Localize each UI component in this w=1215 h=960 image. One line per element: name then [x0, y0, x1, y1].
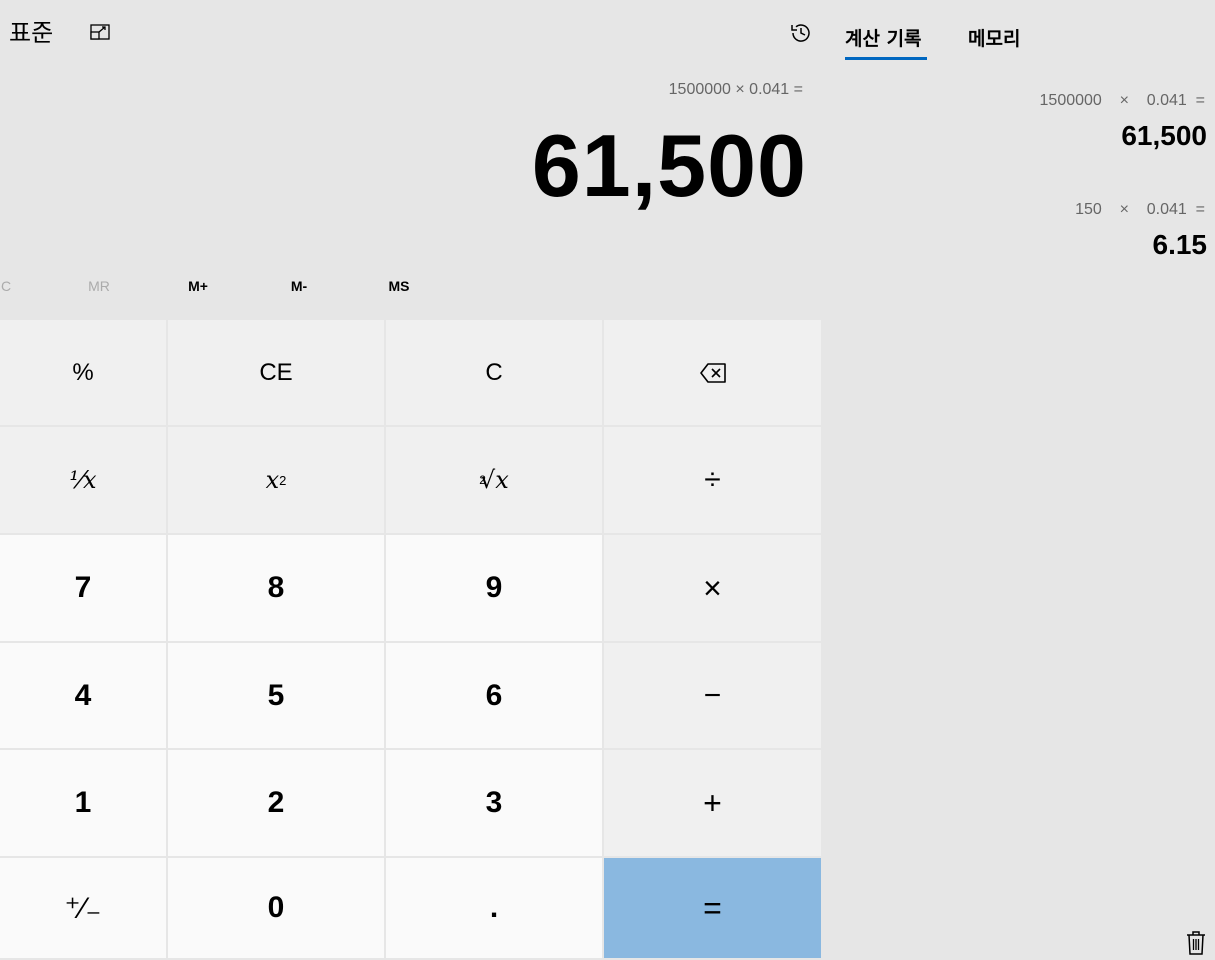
memory-subtract-button[interactable]: M- — [269, 270, 329, 302]
tab-memory[interactable]: 메모리 — [968, 22, 1020, 62]
history-item-expression: 150 × 0.041 = — [1075, 201, 1205, 218]
keypad: % CE C ¹⁄x x2 2 √x ÷ 7 8 9 × 4 5 6 − 1 2 … — [0, 320, 821, 958]
square-root-button[interactable]: 2 √x — [386, 427, 602, 533]
trash-icon — [1187, 931, 1205, 955]
history-item-result: 6.15 — [1152, 229, 1208, 260]
history-item[interactable]: 1500000 × 0.041 = 61,500 — [830, 88, 1215, 168]
digit-1-button[interactable]: 1 — [0, 750, 166, 856]
subtract-button[interactable]: − — [604, 643, 821, 748]
clear-button[interactable]: C — [386, 320, 602, 425]
divide-button[interactable]: ÷ — [604, 427, 821, 533]
multiply-button[interactable]: × — [604, 535, 821, 641]
backspace-icon — [699, 362, 726, 383]
reciprocal-button[interactable]: ¹⁄x — [0, 427, 166, 533]
negate-button[interactable]: ⁺⁄₋ — [0, 858, 166, 958]
digit-2-button[interactable]: 2 — [168, 750, 384, 856]
clear-history-button[interactable] — [1185, 930, 1209, 956]
digit-0-button[interactable]: 0 — [168, 858, 384, 958]
keep-on-top-button[interactable] — [88, 22, 112, 44]
memory-bar: C MR M+ M- MS — [0, 270, 820, 302]
decimal-button[interactable]: . — [386, 858, 602, 958]
equals-button[interactable]: = — [604, 858, 821, 958]
digit-8-button[interactable]: 8 — [168, 535, 384, 641]
history-item[interactable]: 150 × 0.041 = 6.15 — [830, 197, 1215, 277]
history-button[interactable] — [788, 20, 814, 46]
add-button[interactable]: + — [604, 750, 821, 856]
digit-5-button[interactable]: 5 — [168, 643, 384, 748]
square-button[interactable]: x2 — [168, 427, 384, 533]
digit-6-button[interactable]: 6 — [386, 643, 602, 748]
square-base-label: x — [265, 466, 280, 494]
clear-entry-button[interactable]: CE — [168, 320, 384, 425]
sqrt-radical-label: √x — [479, 466, 509, 494]
memory-clear-button[interactable]: C — [0, 270, 36, 302]
digit-4-button[interactable]: 4 — [0, 643, 166, 748]
digit-3-button[interactable]: 3 — [386, 750, 602, 856]
keep-on-top-icon — [90, 24, 110, 40]
active-tab-indicator — [845, 57, 927, 60]
backspace-button[interactable] — [604, 320, 821, 425]
history-item-result: 61,500 — [1121, 120, 1207, 151]
history-item-expression: 1500000 × 0.041 = — [1039, 92, 1205, 109]
memory-add-button[interactable]: M+ — [168, 270, 228, 302]
result-display: 61,500 — [531, 116, 807, 215]
mode-title: 표준 — [9, 19, 54, 47]
square-exponent-label: 2 — [279, 472, 287, 488]
memory-store-button[interactable]: MS — [369, 270, 429, 302]
memory-recall-button[interactable]: MR — [69, 270, 129, 302]
digit-9-button[interactable]: 9 — [386, 535, 602, 641]
reciprocal-label: ¹⁄x — [69, 466, 97, 494]
percent-button[interactable]: % — [0, 320, 166, 425]
digit-7-button[interactable]: 7 — [0, 535, 166, 641]
tab-history[interactable]: 계산 기록 — [845, 22, 922, 62]
expression-display: 1500000 × 0.041 = — [668, 81, 803, 98]
history-icon — [791, 24, 810, 42]
